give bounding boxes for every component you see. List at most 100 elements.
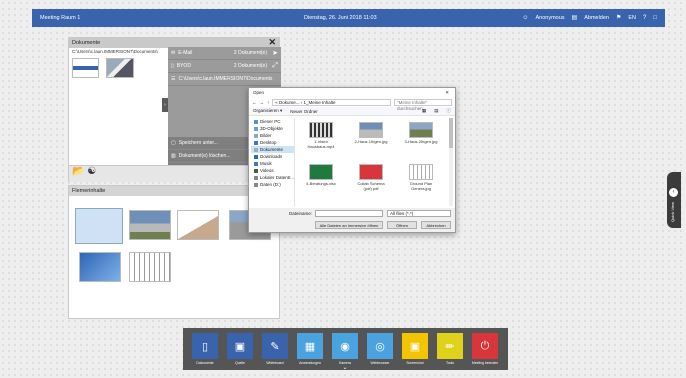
- document-thumbnail[interactable]: [72, 58, 99, 78]
- camera-tile[interactable]: ◉: [332, 333, 358, 359]
- user-name[interactable]: Anonymous: [536, 15, 565, 21]
- send-icon: ➤: [272, 50, 278, 57]
- filename-input[interactable]: [315, 210, 383, 217]
- mail-icon: ✉: [171, 50, 176, 56]
- file-item[interactable]: Collab Schema (pdf).pdf: [351, 164, 391, 191]
- logout-button[interactable]: Abmelden: [584, 15, 609, 21]
- document-icon: ▯: [201, 340, 209, 353]
- file-item[interactable]: 4-Beratungs.xlsx: [301, 164, 341, 186]
- help-icon[interactable]: ⓘ: [447, 108, 452, 114]
- file-item[interactable]: Ground Plan Genera.jpg: [401, 164, 441, 191]
- power-icon: ⏻: [480, 339, 490, 352]
- dialog-footer: Dateiname: All files (*.*) Alle Dateien …: [249, 208, 455, 232]
- nav-item[interactable]: Videos: [251, 167, 294, 174]
- byod-source-item[interactable]: ▯ BYOD 2 Dokument(e) ⤢: [168, 60, 281, 73]
- nav-item[interactable]: Desktop: [251, 139, 294, 146]
- nav-item[interactable]: Dieser PC: [251, 118, 294, 125]
- file-name: 2-Haus-1Ihgen.jpg: [354, 139, 388, 144]
- webbrowser-tile[interactable]: ◎: [367, 333, 393, 359]
- file-item[interactable]: 1-Video Hausbaus.mp4: [301, 122, 341, 149]
- back-icon[interactable]: ←: [252, 100, 257, 105]
- documents-icon: [254, 147, 258, 152]
- dialog-title: Open: [253, 90, 265, 95]
- nav-item[interactable]: 3D-Objekte: [251, 125, 294, 132]
- tile-label: Tools: [446, 361, 454, 365]
- file-type-select[interactable]: All files (*.*): [387, 210, 451, 217]
- file-scrollbar[interactable]: [449, 118, 453, 206]
- search-input[interactable]: "Meine Inhalte" durchsuchen: [394, 98, 452, 111]
- tile-label: Quelle: [235, 361, 245, 365]
- language-button[interactable]: EN: [628, 15, 636, 21]
- help-icon[interactable]: ?: [643, 15, 646, 21]
- database-icon: ☰: [171, 76, 176, 82]
- apps-tile[interactable]: ▦: [297, 333, 323, 359]
- email-source-item[interactable]: ✉ E-Mail 2 Dokument(e) ➤: [168, 47, 281, 60]
- screenshot-tile[interactable]: ▣: [402, 333, 428, 359]
- end-meeting-tile[interactable]: ⏻: [472, 333, 498, 359]
- window-icon[interactable]: □: [653, 15, 657, 21]
- documents-tile[interactable]: ▯: [192, 333, 218, 359]
- tile-label: Webbrowser: [370, 361, 390, 365]
- address-bar: ← → ↑ « Dokume... › 1_Meine Inhalte "Mei…: [249, 97, 455, 111]
- open-all-button[interactable]: Alle Dateien an Immersive öffnen: [315, 221, 383, 229]
- tools-icon: ✏: [445, 340, 455, 353]
- nav-item[interactable]: Downloads: [251, 153, 294, 160]
- content-thumbnail[interactable]: [129, 252, 171, 282]
- chevron-down-icon[interactable]: ⌄: [339, 364, 351, 372]
- nav-item[interactable]: Dokumente: [251, 146, 294, 153]
- email-label: E-Mail: [178, 50, 193, 56]
- tools-tile[interactable]: ✏: [437, 333, 463, 359]
- pane-icon[interactable]: ▤: [434, 108, 438, 114]
- quick-view-tab[interactable]: ‹ Quick View: [667, 172, 681, 228]
- filename-label: Dateiname:: [289, 211, 313, 216]
- pictures-icon: [254, 133, 258, 138]
- folder-open-icon[interactable]: 📂: [72, 166, 84, 177]
- open-button[interactable]: Öffnen: [387, 221, 417, 229]
- folder-path-label: C:\Users\c.laun.IMMERSION7\Documents: [178, 76, 273, 82]
- tile-label: Whiteboard: [266, 361, 284, 365]
- nav-item[interactable]: Lokaler Datentr...: [251, 174, 294, 181]
- byod-label: BYOD: [176, 63, 191, 69]
- pdf-icon: [359, 164, 383, 180]
- document-thumbnail[interactable]: [106, 58, 134, 78]
- content-thumbnail[interactable]: [129, 210, 171, 240]
- scroll-thumb[interactable]: [449, 118, 453, 148]
- content-thumbnail[interactable]: [75, 208, 123, 244]
- nav-item[interactable]: Musik: [251, 160, 294, 167]
- quick-view-label: Quick View: [670, 202, 675, 222]
- delete-label: Dokument(e) löschen...: [178, 153, 231, 159]
- source-tile[interactable]: ▣: [227, 333, 253, 359]
- content-thumbnail[interactable]: [177, 210, 219, 240]
- up-icon[interactable]: ↑: [267, 100, 269, 105]
- new-folder-button[interactable]: Neuer Ordner: [290, 109, 318, 114]
- pc-icon: [254, 119, 258, 124]
- datetime: Dienstag, 26. Juni 2018 11:03: [304, 15, 377, 21]
- nav-item[interactable]: Daten (D:): [251, 181, 294, 188]
- folder-source-item[interactable]: ☰ C:\Users\c.laun.IMMERSION7\Documents: [168, 73, 281, 86]
- dialog-close-icon[interactable]: ✕: [445, 88, 452, 97]
- file-grid: 1-Video Hausbaus.mp4 2-Haus-1Ihgen.jpg 3…: [299, 118, 449, 206]
- documents-title: Dokumente: [72, 40, 101, 46]
- excel-icon: [309, 164, 333, 180]
- file-item[interactable]: 2-Haus-1Ihgen.jpg: [351, 122, 391, 144]
- user-icon: ☺: [522, 14, 529, 21]
- content-thumbnail[interactable]: [79, 252, 121, 282]
- save-as-label: Speichern unter...: [178, 140, 218, 146]
- user-folder-icon[interactable]: ☯: [87, 166, 96, 177]
- dialog-titlebar: Open ✕: [249, 88, 455, 97]
- whiteboard-tile[interactable]: ✎: [262, 333, 288, 359]
- forward-icon[interactable]: →: [260, 100, 265, 105]
- navigation-pane: Dieser PC 3D-Objekte Bilder Desktop Doku…: [251, 118, 295, 206]
- globe-icon: ◎: [375, 340, 385, 353]
- documents-path: C:\Users\c.laun.IMMERSION7\Documents\: [72, 49, 158, 54]
- breadcrumb[interactable]: « Dokume... › 1_Meine Inhalte: [272, 98, 391, 106]
- view-icon[interactable]: ▦: [422, 108, 426, 114]
- byod-count: 2 Dokument(e): [233, 63, 267, 69]
- apps-icon: ▦: [304, 340, 316, 353]
- file-item[interactable]: 3-Haus-2Ihgen.jpg: [401, 122, 441, 144]
- cancel-button[interactable]: Abbrechen: [421, 221, 451, 229]
- close-icon[interactable]: ✕: [268, 37, 276, 47]
- organize-button[interactable]: Organisieren ▾: [253, 108, 282, 114]
- nav-item[interactable]: Bilder: [251, 132, 294, 139]
- tile-label: Screenshot: [406, 361, 424, 365]
